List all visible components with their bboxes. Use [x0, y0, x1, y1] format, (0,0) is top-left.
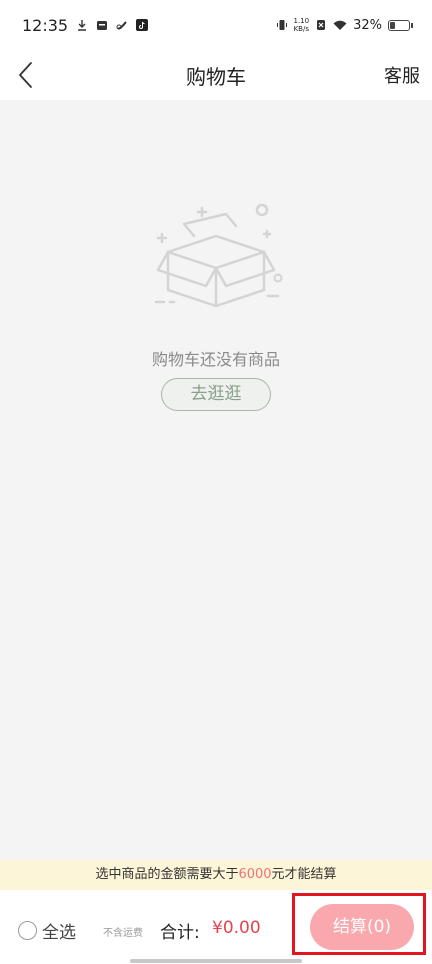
notice-amount: 6000: [238, 867, 272, 882]
wifi-icon: [333, 20, 347, 30]
page-title: 购物车: [186, 64, 246, 89]
status-right: 1.10 KB/s 32%: [276, 17, 413, 33]
total-price: ¥0.00: [212, 918, 261, 938]
vibrate-icon: [276, 20, 287, 30]
net-speed-unit: KB/s: [293, 25, 309, 33]
status-time: 12:35: [22, 15, 69, 35]
notice-prefix: 选中商品的金额需要大于: [95, 867, 239, 882]
status-left: 12:35: [22, 15, 149, 35]
select-all-radio[interactable]: [18, 921, 37, 940]
net-speed-value: 1.10: [293, 17, 310, 25]
minimum-amount-notice: 选中商品的金额需要大于6000元才能结算: [0, 860, 432, 890]
status-bar: 12:35 1.10 KB/s 32%: [0, 0, 432, 50]
link-icon: [116, 21, 127, 30]
highlight-annotation-box: [292, 893, 426, 955]
chevron-left-icon[interactable]: [12, 59, 44, 91]
select-all-label: 全选: [42, 923, 76, 943]
battery-percent: 32%: [353, 17, 382, 33]
empty-cart-message: 购物车还没有商品: [151, 350, 280, 369]
notice-suffix: 元才能结算: [271, 867, 337, 882]
calendar-icon: [97, 21, 108, 30]
download-icon: [78, 20, 87, 31]
battery-fill: [390, 21, 396, 29]
empty-box-icon: [154, 203, 283, 308]
battery-icon: [388, 19, 413, 31]
home-indicator[interactable]: [130, 959, 302, 963]
tiktok-icon: [136, 19, 149, 31]
net-speed: 1.10 KB/s: [294, 17, 310, 33]
go-shopping-button[interactable]: 去逛逛: [161, 378, 271, 411]
shipping-note: 不含运费: [103, 928, 143, 939]
nav-bar: 购物车 客服: [0, 50, 432, 100]
customer-service-button[interactable]: 客服: [384, 62, 420, 88]
select-all-toggle[interactable]: 全选: [18, 918, 76, 943]
total-label: 合计:: [160, 923, 200, 943]
no-sim-icon: [317, 20, 326, 30]
cart-content: 购物车还没有商品 去逛逛: [0, 100, 432, 860]
